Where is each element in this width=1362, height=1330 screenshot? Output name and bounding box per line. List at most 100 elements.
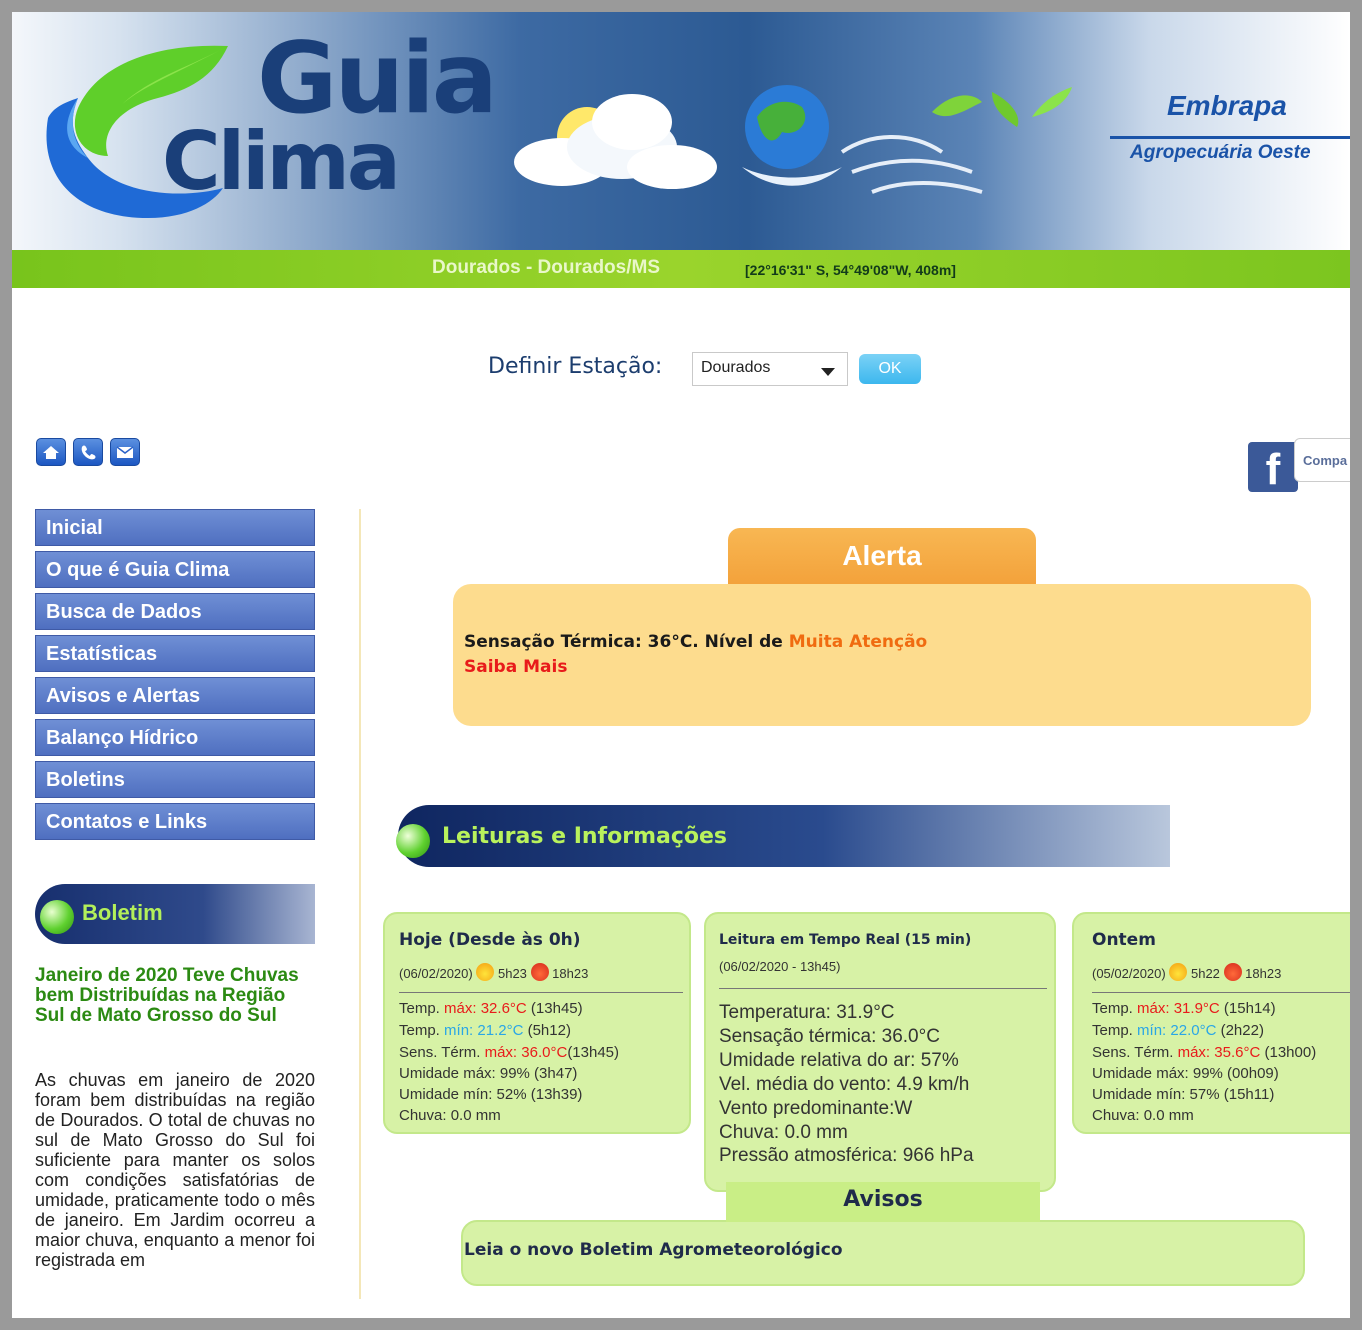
- panel-ontem-title: Ontem: [1092, 930, 1156, 950]
- hoje-chuva: Chuva: 0.0 mm: [399, 1107, 501, 1124]
- hoje-umid-min: Umidade mín: 52% (13h39): [399, 1086, 583, 1103]
- panel-ontem-sunset: 18h23: [1245, 966, 1282, 981]
- rt-temperatura: Temperatura: 31.9°C: [719, 1002, 895, 1023]
- label: Temp.: [1092, 1000, 1133, 1017]
- ontem-umid-min: Umidade mín: 57% (15h11): [1092, 1086, 1275, 1103]
- sunrise-icon: [1169, 963, 1188, 981]
- label: Sens. Térm.: [399, 1044, 481, 1061]
- ontem-sens-term: Sens. Térm. máx: 35.6°C (13h00): [1092, 1044, 1316, 1061]
- station-coordinates: [22°16'31" S, 54°49'08"W, 408m]: [745, 262, 956, 278]
- green-ball-icon: [40, 900, 74, 934]
- value: 32.6°C: [480, 1000, 527, 1017]
- chevron-down-icon: [821, 368, 835, 376]
- green-ball-icon: [396, 824, 430, 858]
- boletim-news-title[interactable]: Janeiro de 2020 Teve Chuvas bem Distribu…: [35, 966, 315, 1026]
- time: (2h22): [1220, 1022, 1264, 1039]
- logo-title-clima: Clima: [162, 115, 401, 208]
- sidebar-item-inicial[interactable]: Inicial: [35, 509, 315, 546]
- panel-ontem-divider: [1092, 992, 1350, 993]
- page-frame: Guia Clima Embrapa Agropecuária Oeste Do…: [12, 12, 1350, 1318]
- rt-umidade: Umidade relativa do ar: 57%: [719, 1050, 959, 1071]
- alert-heading: Alerta: [728, 528, 1036, 584]
- panel-hoje-sunrise: 5h23: [497, 966, 527, 981]
- sidebar-item-avisos-e-alertas[interactable]: Avisos e Alertas: [35, 677, 315, 714]
- boletim-news-text: As chuvas em janeiro de 2020 foram bem d…: [35, 1070, 315, 1270]
- facebook-icon[interactable]: f: [1248, 442, 1298, 494]
- sidebar-item-busca-de-dados[interactable]: Busca de Dados: [35, 593, 315, 630]
- ontem-temp-max: Temp. máx: 31.9°C (15h14): [1092, 1000, 1276, 1017]
- mail-icon[interactable]: [110, 438, 140, 466]
- station-label: Definir Estação:: [488, 354, 663, 379]
- sidebar-item-o-que-e[interactable]: O que é Guia Clima: [35, 551, 315, 588]
- embrapa-unit-name: Agropecuária Oeste: [1130, 142, 1311, 163]
- embrapa-logo: Embrapa: [1167, 90, 1287, 121]
- sidebar-item-balanco-hidrico[interactable]: Balanço Hídrico: [35, 719, 315, 756]
- label: Temp.: [399, 1000, 440, 1017]
- alert-box: [453, 584, 1311, 726]
- keyword: máx:: [1177, 1044, 1211, 1061]
- panel-tempo-real-date: (06/02/2020 - 13h45): [719, 959, 841, 974]
- keyword: mín:: [1137, 1022, 1167, 1039]
- facebook-share-tab[interactable]: Compa: [1294, 438, 1350, 482]
- hoje-umid-max: Umidade máx: 99% (3h47): [399, 1065, 578, 1082]
- panel-hoje-date-row: (06/02/2020) 5h23 18h23: [399, 963, 588, 981]
- rt-sensacao: Sensação térmica: 36.0°C: [719, 1026, 940, 1047]
- station-select[interactable]: Dourados: [692, 352, 848, 386]
- label: Temp.: [1092, 1022, 1133, 1039]
- hoje-sens-term: Sens. Térm. máx: 36.0°C(13h45): [399, 1044, 619, 1061]
- keyword: máx:: [484, 1044, 518, 1061]
- boletim-header: [35, 884, 315, 944]
- keyword: máx:: [444, 1000, 477, 1017]
- boletim-heading: Boletim: [82, 900, 163, 925]
- ok-button[interactable]: OK: [859, 354, 921, 384]
- sunset-icon: [530, 963, 549, 981]
- hoje-temp-min: Temp. mín: 21.2°C (5h12): [399, 1022, 571, 1039]
- label: Temp.: [399, 1022, 440, 1039]
- value: 22.0°C: [1170, 1022, 1217, 1039]
- weather-illustration-icon: [514, 85, 1072, 194]
- panel-ontem-sunrise: 5h22: [1190, 966, 1220, 981]
- panel-hoje-sunset: 18h23: [552, 966, 589, 981]
- time: (5h12): [527, 1022, 571, 1039]
- alert-message-text: Sensação Térmica: 36°C. Nível de: [464, 632, 789, 652]
- panel-hoje-title: Hoje (Desde às 0h): [399, 930, 581, 950]
- sidebar-item-boletins[interactable]: Boletins: [35, 761, 315, 798]
- embrapa-logo-divider: [1110, 136, 1350, 139]
- panel-ontem-date-row: (05/02/2020) 5h22 18h23: [1092, 963, 1281, 981]
- label: Sens. Térm.: [1092, 1044, 1174, 1061]
- location-bar: [12, 250, 1350, 288]
- avisos-heading: Avisos: [726, 1182, 1040, 1222]
- time: (15h14): [1223, 1000, 1276, 1017]
- value: 21.2°C: [477, 1022, 524, 1039]
- sidebar-item-estatisticas[interactable]: Estatísticas: [35, 635, 315, 672]
- phone-icon[interactable]: [73, 438, 103, 466]
- sidebar-divider: [359, 509, 361, 1299]
- rt-chuva: Chuva: 0.0 mm: [719, 1122, 848, 1143]
- sidebar-item-contatos-e-links[interactable]: Contatos e Links: [35, 803, 315, 840]
- panel-tempo-real-title: Leitura em Tempo Real (15 min): [719, 932, 972, 948]
- home-icon[interactable]: [36, 438, 66, 466]
- sidebar-menu: Inicial O que é Guia Clima Busca de Dado…: [35, 509, 315, 845]
- rt-vento-direcao: Vento predominante:W: [719, 1098, 913, 1119]
- panel-ontem-date: (05/02/2020): [1092, 966, 1166, 981]
- hoje-temp-max: Temp. máx: 32.6°C (13h45): [399, 1000, 583, 1017]
- rt-pressao: Pressão atmosférica: 966 hPa: [719, 1145, 974, 1166]
- alert-message: Sensação Térmica: 36°C. Nível de Muita A…: [464, 632, 927, 652]
- logo-title-guia: Guia: [257, 22, 498, 136]
- ontem-chuva: Chuva: 0.0 mm: [1092, 1107, 1194, 1124]
- panel-hoje-divider: [399, 992, 683, 993]
- time: (13h00): [1264, 1044, 1317, 1061]
- leituras-heading: Leituras e Informações: [442, 824, 728, 849]
- value: 31.9°C: [1173, 1000, 1220, 1017]
- ontem-temp-min: Temp. mín: 22.0°C (2h22): [1092, 1022, 1264, 1039]
- sunset-icon: [1223, 963, 1242, 981]
- avisos-boletim-link[interactable]: Leia o novo Boletim Agrometeorológico: [464, 1240, 843, 1260]
- station-location: Dourados - Dourados/MS: [432, 257, 661, 278]
- panel-tempo-real-divider: [719, 988, 1047, 989]
- keyword: mín:: [444, 1022, 474, 1039]
- alert-saiba-mais-link[interactable]: Saiba Mais: [464, 657, 567, 677]
- ontem-umid-max: Umidade máx: 99% (00h09): [1092, 1065, 1279, 1082]
- sunrise-icon: [476, 963, 495, 981]
- time: (13h45): [530, 1000, 583, 1017]
- value: 36.0°C: [521, 1044, 568, 1061]
